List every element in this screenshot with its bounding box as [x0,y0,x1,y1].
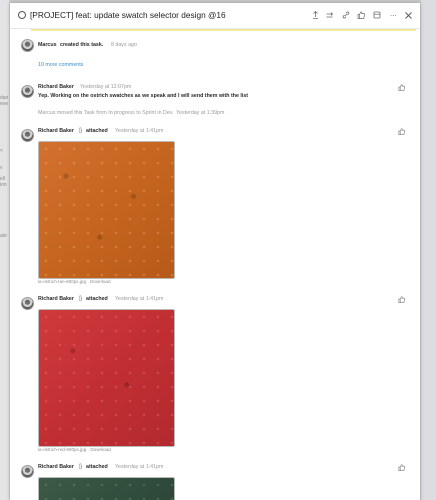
attachment-action: attached [86,296,108,302]
avatar[interactable] [21,129,34,142]
attachment-image-ostrich-tan[interactable] [38,141,175,279]
story-timestamp: 8 days ago [111,42,137,48]
more-comments-link[interactable]: 10 more comments [38,62,83,68]
story-action: created this task. [60,42,104,48]
close-icon[interactable] [402,9,414,21]
comment-text: Yep. Working on the ostrich swatches as … [38,93,249,99]
download-link[interactable]: Download [90,279,110,284]
avatar[interactable] [21,39,34,52]
story-user[interactable]: Marcus [38,42,57,48]
upload-icon[interactable] [309,9,321,21]
paperclip-icon [78,463,83,472]
background-app-sidebar: dan eve < v ell ion ate [0,0,10,500]
attachment-timestamp: Yesterday at 1:41pm [115,464,164,470]
avatar[interactable] [21,297,34,310]
link-icon[interactable] [340,9,352,21]
avatar[interactable] [21,85,34,98]
more-icon[interactable]: ··· [387,9,399,21]
complete-task-checkbox[interactable] [18,11,26,19]
attachment-timestamp: Yesterday at 1:41pm [115,296,164,302]
attachment-caption: la-ostrich-red-600px.jpg · Download [38,447,111,452]
attachment-caption: la-ostrich-tan-600px.jpg · Download [38,279,111,284]
attachment-author[interactable]: Richard Baker [38,464,74,470]
like-icon[interactable] [397,83,405,91]
system-story-timestamp: Yesterday at 1:39pm [176,110,225,116]
attachment-image-ostrich-green[interactable] [38,477,175,500]
background-text: v [0,165,3,171]
comment-author[interactable]: Richard Baker [38,84,74,90]
comment-timestamp: Yesterday at 12:07pm [80,84,132,90]
download-link[interactable]: Download [90,447,110,452]
background-text: ion [0,182,7,188]
background-text: ate [0,233,7,239]
attachment-timestamp: Yesterday at 1:41pm [115,128,164,134]
like-icon[interactable] [355,9,367,21]
move-icon[interactable] [324,9,336,21]
like-icon[interactable] [397,463,405,471]
paperclip-icon [78,127,83,136]
system-story-text: Marcus moved this Task from In progress … [38,110,174,116]
paperclip-icon [78,295,83,304]
attachment-image-ostrich-red[interactable] [38,309,175,447]
attachment-action: attached [86,464,108,470]
like-icon[interactable] [397,127,405,135]
attachment-author[interactable]: Richard Baker [38,296,74,302]
attachment-filename[interactable]: la-ostrich-tan-600px.jpg [38,279,86,284]
archive-icon[interactable] [371,9,383,21]
background-app-area [421,0,436,500]
avatar[interactable] [21,465,34,478]
like-icon[interactable] [397,295,405,303]
background-text: < [0,148,3,154]
attachment-filename[interactable]: la-ostrich-red-600px.jpg [38,447,86,452]
task-header: [PROJECT] feat: update swatch selector d… [10,3,420,29]
attachment-author[interactable]: Richard Baker [38,128,74,134]
attachment-action: attached [86,128,108,134]
background-text: eve [0,101,9,107]
task-title[interactable]: [PROJECT] feat: update swatch selector d… [30,10,226,20]
task-status-highlight [31,29,416,31]
task-detail-panel: [PROJECT] feat: update swatch selector d… [10,3,420,500]
